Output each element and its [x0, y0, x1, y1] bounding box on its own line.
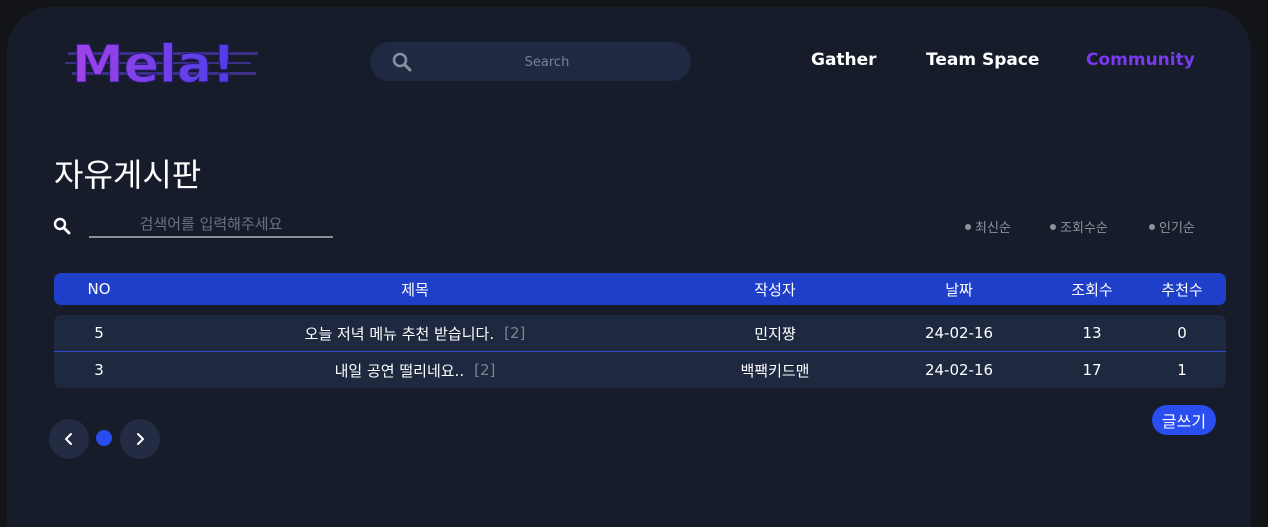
nav-team-space[interactable]: Team Space [926, 50, 1039, 70]
search-icon[interactable] [392, 52, 412, 72]
row-title-cell[interactable]: 오늘 저녁 메뉴 추천 받습니다. [2] [164, 315, 666, 351]
row-date: 24-02-16 [924, 361, 994, 379]
bullet-icon [1149, 223, 1155, 230]
sort-popular-label: 인기순 [1159, 221, 1195, 236]
sort-views-label: 조회수순 [1060, 221, 1108, 236]
chevron-left-icon [65, 433, 72, 445]
bullet-icon [1050, 223, 1056, 230]
row-author: 백팩키드맨 [740, 361, 810, 380]
next-page-button[interactable] [120, 419, 160, 459]
page-indicator-1[interactable] [96, 430, 112, 446]
row-no: 3 [94, 361, 104, 379]
search-icon[interactable] [53, 217, 71, 235]
sort-latest-label: 최신순 [975, 221, 1011, 236]
svg-text:Mela!: Mela! [72, 35, 236, 92]
row-views: 17 [1082, 361, 1102, 379]
header-title: 제목 [401, 280, 429, 299]
table-header: NO 제목 작성자 날짜 조회수 추천수 [54, 273, 1226, 305]
header-likes: 추천수 [1161, 280, 1203, 299]
table-row[interactable]: 3 내일 공연 떨리네요.. [2] 백팩키드맨 24-02-16 17 1 [54, 352, 1226, 388]
nav-community[interactable]: Community [1086, 50, 1195, 70]
sort-views[interactable]: 조회수순 [1050, 217, 1108, 236]
row-title-cell[interactable]: 내일 공연 떨리네요.. [2] [164, 352, 666, 388]
prev-page-button[interactable] [49, 419, 89, 459]
board-search-input[interactable] [89, 212, 333, 238]
header-search [370, 42, 691, 81]
bullet-icon [965, 223, 971, 230]
header-author: 작성자 [754, 280, 796, 299]
row-likes: 1 [1177, 361, 1187, 379]
header-no: NO [87, 280, 111, 298]
sort-latest[interactable]: 최신순 [965, 217, 1011, 236]
header-search-input[interactable] [430, 48, 664, 76]
row-views: 13 [1082, 324, 1102, 342]
row-title[interactable]: 내일 공연 떨리네요.. [335, 360, 464, 381]
comment-count: [2] [474, 361, 496, 379]
chevron-right-icon [137, 433, 144, 445]
row-date: 24-02-16 [924, 324, 994, 342]
row-author: 민지쨩 [754, 324, 796, 343]
row-likes: 0 [1177, 324, 1187, 342]
nav-gather[interactable]: Gather [811, 50, 877, 70]
comment-count: [2] [504, 324, 526, 342]
write-post-button[interactable]: 글쓰기 [1152, 405, 1216, 435]
header-date: 날짜 [945, 280, 973, 299]
mela-logo[interactable]: Mela! [62, 28, 262, 92]
sort-popular[interactable]: 인기순 [1149, 217, 1195, 236]
table-row[interactable]: 5 오늘 저녁 메뉴 추천 받습니다. [2] 민지쨩 24-02-16 13 … [54, 315, 1226, 352]
row-no: 5 [94, 324, 104, 342]
header-views: 조회수 [1071, 280, 1113, 299]
table-body: 5 오늘 저녁 메뉴 추천 받습니다. [2] 민지쨩 24-02-16 13 … [54, 315, 1226, 388]
page-title: 자유게시판 [54, 156, 202, 194]
row-title[interactable]: 오늘 저녁 메뉴 추천 받습니다. [305, 323, 494, 344]
